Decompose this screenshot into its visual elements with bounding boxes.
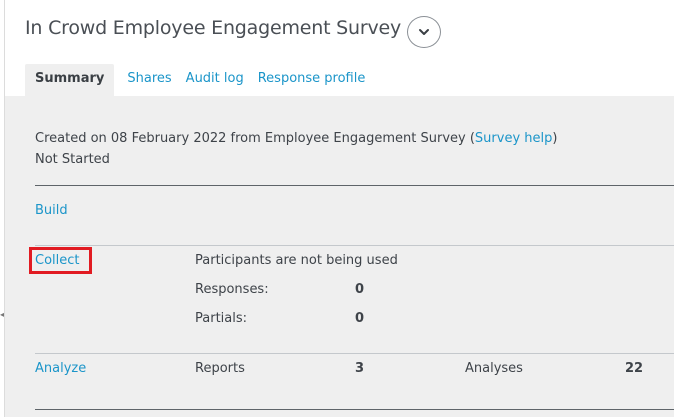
title-menu-button[interactable] [407,16,441,48]
row-divider [35,245,674,246]
survey-help-link[interactable]: Survey help [475,131,552,146]
section-divider [35,185,674,186]
bottom-divider [35,409,674,410]
analyze-link[interactable]: Analyze [35,361,86,376]
responses-value: 0 [355,282,365,297]
participants-status: Participants are not being used [195,253,398,268]
reports-label: Reports [195,361,245,376]
partials-label: Partials: [195,311,248,326]
tab-bar: Summary Shares Audit log Response profil… [25,64,372,96]
chevron-down-icon [419,29,429,35]
created-line: Created on 08 February 2022 from Employe… [35,128,557,149]
analyses-label: Analyses [465,361,523,376]
reports-value: 3 [355,361,365,376]
responses-label: Responses: [195,282,269,297]
collapse-handle-icon[interactable]: ◂ [0,311,4,319]
page-header: In Crowd Employee Engagement Survey Summ… [5,0,674,96]
created-text: Created on 08 February 2022 from Employe… [35,131,475,146]
analyses-value: 22 [625,361,644,376]
survey-status: Not Started [35,152,110,167]
tab-audit-log[interactable]: Audit log [179,64,251,96]
tab-response-profile[interactable]: Response profile [251,64,373,96]
partials-value: 0 [355,311,365,326]
created-suffix: ) [552,131,558,146]
survey-meta: Created on 08 February 2022 from Employe… [35,128,557,170]
summary-panel: Created on 08 February 2022 from Employe… [5,96,674,417]
tab-shares[interactable]: Shares [120,64,178,96]
row-divider [35,353,674,354]
collect-link[interactable]: Collect [35,253,80,268]
build-link[interactable]: Build [35,203,68,218]
page-title: In Crowd Employee Engagement Survey [25,17,402,39]
survey-page: ◂ In Crowd Employee Engagement Survey Su… [0,0,674,417]
tab-summary[interactable]: Summary [25,64,115,96]
